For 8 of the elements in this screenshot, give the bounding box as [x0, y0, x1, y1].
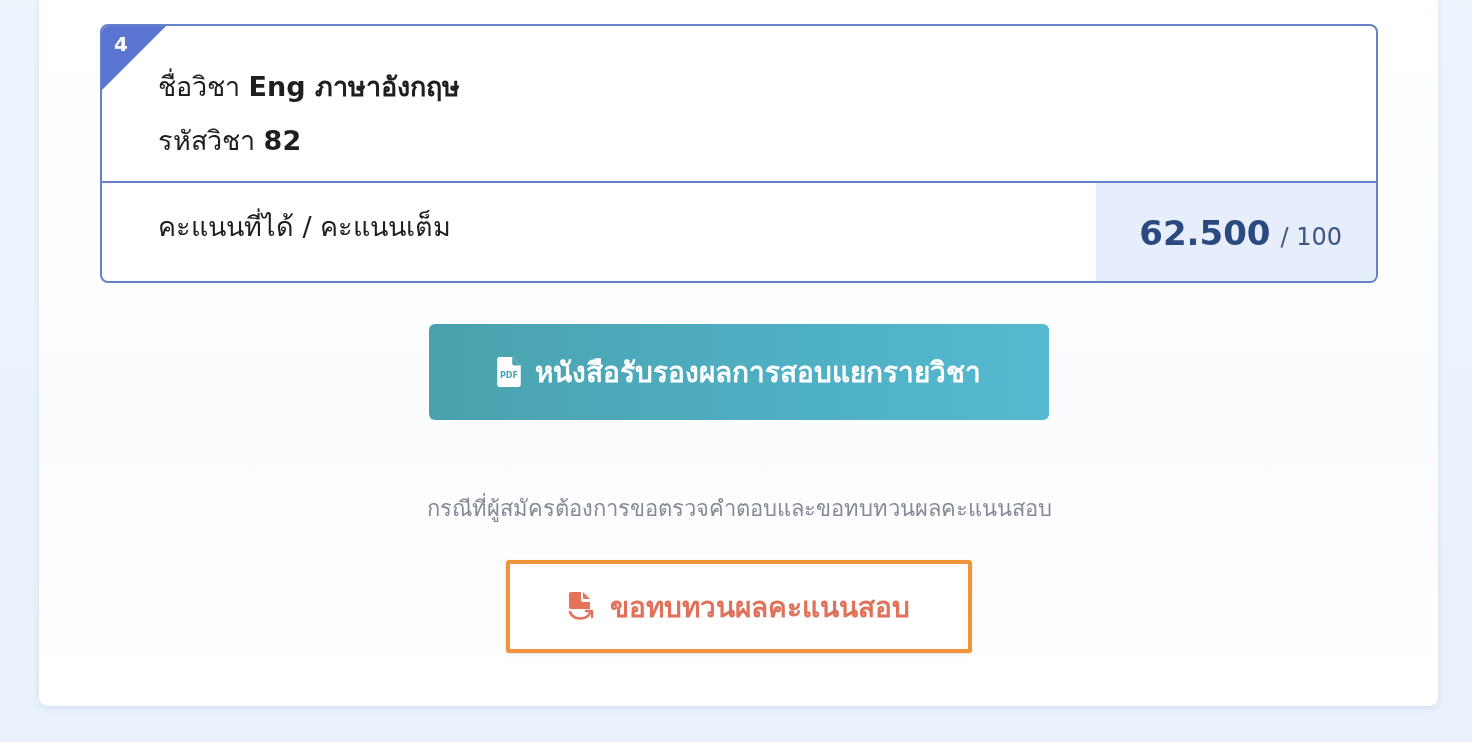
score-label: คะแนนที่ได้ / คะแนนเต็ม — [158, 207, 452, 247]
document-refresh-icon — [568, 591, 594, 622]
review-button[interactable]: ขอทบทวนผลคะแนนสอบ — [506, 560, 972, 653]
review-note: กรณีที่ผู้สมัครต้องการขอตรวจคำตอบและขอทบทวนผลคะแนนสอบ — [426, 494, 1052, 524]
subject-name: ชื่อวิชา Eng ภาษาอังกฤษ — [158, 67, 460, 107]
full-score: / 100 — [1280, 222, 1342, 252]
score-value: 62.500 — [1139, 213, 1271, 253]
subject-code: รหัสวิชา 82 — [158, 124, 302, 158]
